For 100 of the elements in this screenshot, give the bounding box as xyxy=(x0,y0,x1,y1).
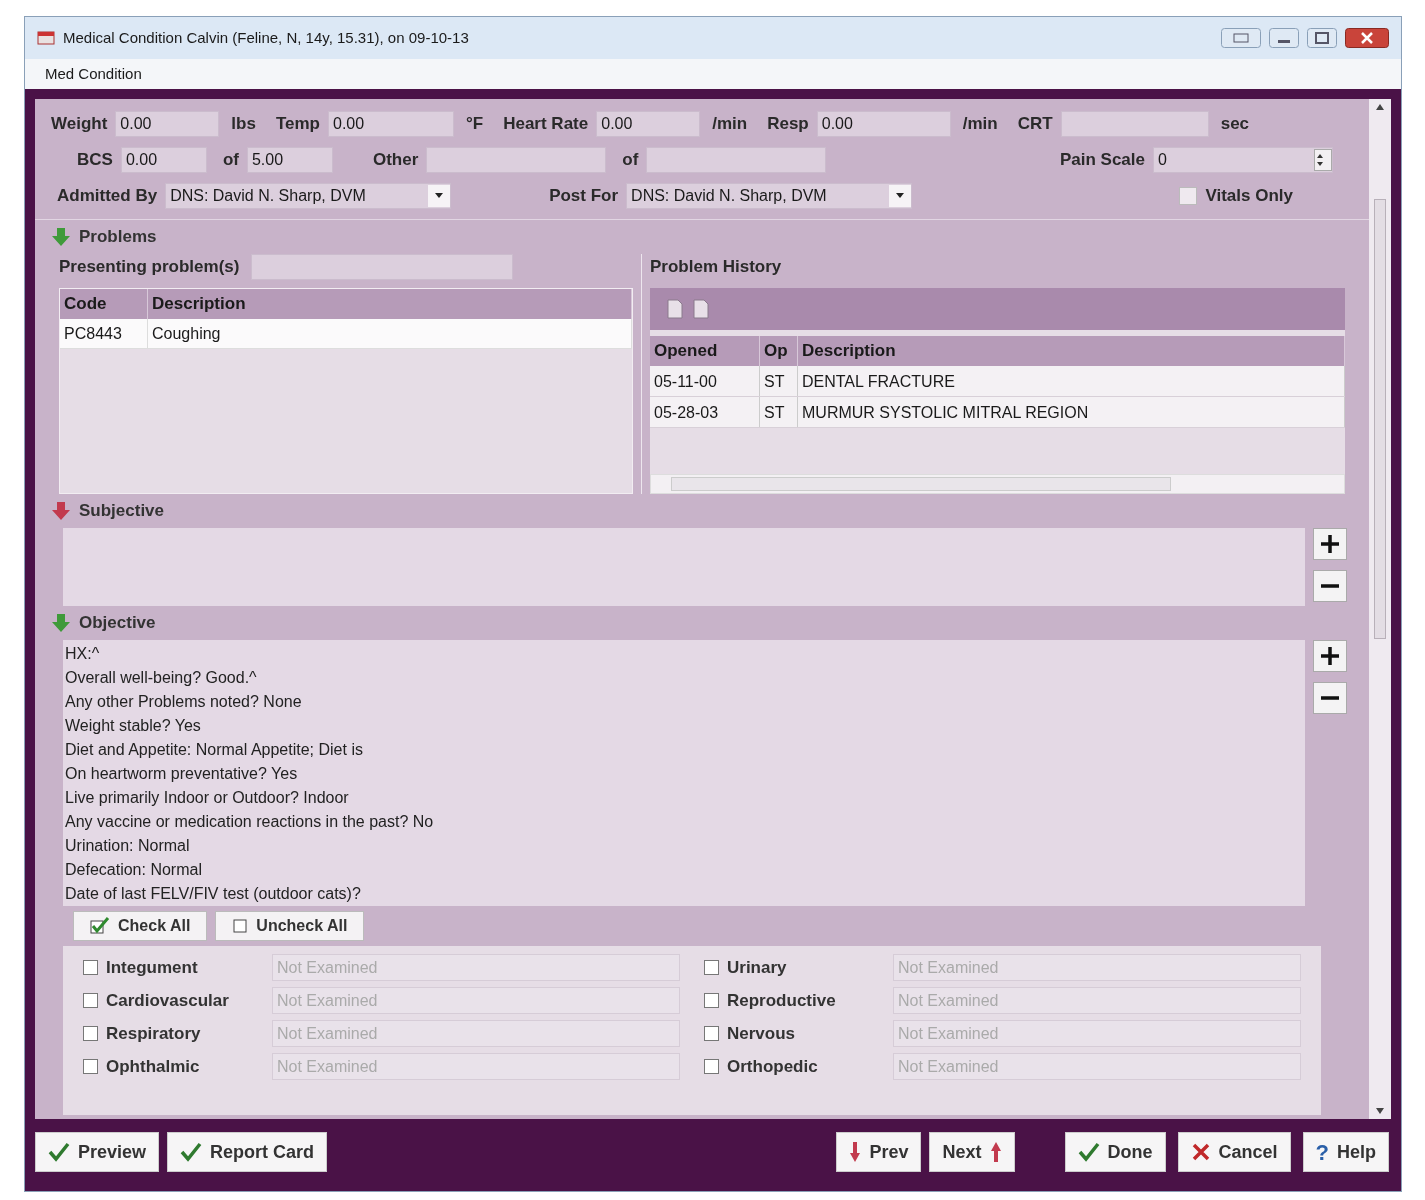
checkbox[interactable] xyxy=(83,960,98,975)
input-field[interactable] xyxy=(426,147,607,173)
footer-button[interactable]: Next xyxy=(929,1132,1015,1172)
checkbox[interactable] xyxy=(83,1026,98,1041)
minus-icon[interactable] xyxy=(1313,570,1347,602)
table-cell: 05-11-00 xyxy=(650,366,760,396)
minimize-icon[interactable] xyxy=(1269,28,1299,48)
checkbox[interactable] xyxy=(704,960,719,975)
plus-icon[interactable] xyxy=(1313,640,1347,672)
text-line: HX:^ xyxy=(65,644,101,664)
input-field[interactable]: 0.00 xyxy=(328,111,454,137)
section-title[interactable]: Objective xyxy=(79,610,156,636)
field-label: Post For xyxy=(549,185,619,208)
input-field[interactable]: Not Examined xyxy=(272,987,680,1014)
footer-button[interactable]: Cancel xyxy=(1177,1132,1291,1172)
text-line: On heartworm preventative? Yes xyxy=(65,764,299,784)
footer-button[interactable]: Report Card xyxy=(167,1132,328,1172)
menu-item[interactable]: Med Condition xyxy=(45,62,142,86)
check-button[interactable]: Uncheck All xyxy=(215,911,365,941)
check-button[interactable]: Check All xyxy=(73,911,208,941)
window-title: Medical Condition Calvin (Feline, N, 14y, 15.31), on 09-10-13 xyxy=(63,27,469,48)
input-field[interactable]: Not Examined xyxy=(272,1020,680,1047)
table-cell: Coughing xyxy=(148,319,632,348)
field-label: CRT xyxy=(1017,113,1053,136)
table-cell: MURMUR SYSTOLIC MITRAL REGION xyxy=(798,397,1345,427)
field-label: of xyxy=(222,149,239,172)
field-label: Other xyxy=(372,149,419,172)
empty-box-icon xyxy=(232,918,249,934)
check-icon xyxy=(180,1142,203,1162)
minus-icon[interactable] xyxy=(1313,682,1347,714)
field-label: Pain Scale xyxy=(1059,149,1145,172)
checkbox[interactable] xyxy=(704,1026,719,1041)
input-field[interactable]: 0.00 xyxy=(816,111,951,137)
field-label: BCS xyxy=(77,149,113,172)
scrollbar-thumb[interactable] xyxy=(1374,199,1386,639)
dropdown[interactable]: DNS: David N. Sharp, DVM xyxy=(626,183,913,209)
field-label: sec xyxy=(1220,113,1250,136)
scroll-up-icon[interactable] xyxy=(1375,103,1385,111)
field-label: Temp xyxy=(275,113,320,136)
field-label: Vitals Only xyxy=(1205,185,1293,208)
input-field[interactable]: Not Examined xyxy=(893,987,1301,1014)
input-field[interactable]: 0.00 xyxy=(596,111,701,137)
checkbox[interactable] xyxy=(704,993,719,1008)
vertical-scrollbar[interactable] xyxy=(1369,99,1391,1119)
spin-arrows-icon[interactable] xyxy=(1314,149,1332,171)
document-icon[interactable] xyxy=(666,299,684,319)
text-line: Defecation: Normal xyxy=(65,860,203,880)
check-icon xyxy=(1077,1142,1100,1162)
maximize-icon[interactable] xyxy=(1307,28,1337,48)
plus-icon[interactable] xyxy=(1313,528,1347,560)
section-title[interactable]: Problems xyxy=(79,224,157,250)
dropdown[interactable]: DNS: David N. Sharp, DVM xyxy=(165,183,452,209)
field-label: Admitted By xyxy=(57,185,158,208)
down-arrow-icon xyxy=(849,1141,862,1163)
close-icon[interactable] xyxy=(1345,28,1389,48)
field-label: /min xyxy=(962,113,998,136)
field-label: °F xyxy=(466,113,484,136)
input-field[interactable]: 0.00 xyxy=(120,147,207,173)
checkbox[interactable] xyxy=(83,1059,98,1074)
scroll-down-icon[interactable] xyxy=(1375,1107,1385,1115)
field-label: lbs xyxy=(231,113,256,136)
field-label: Heart Rate xyxy=(503,113,589,136)
field-label: Weight xyxy=(51,113,108,136)
field-label: Resp xyxy=(767,113,809,136)
panel-title: Problem History xyxy=(650,256,783,278)
footer-button[interactable]: ? Help xyxy=(1302,1132,1389,1172)
input-field[interactable] xyxy=(1060,111,1209,137)
input-field[interactable]: 5.00 xyxy=(246,147,333,173)
input-field[interactable]: Not Examined xyxy=(893,1020,1301,1047)
input-field[interactable]: 0.00 xyxy=(115,111,220,137)
footer-button[interactable]: Done xyxy=(1064,1132,1166,1172)
checkbox[interactable] xyxy=(704,1059,719,1074)
help-icon: ? xyxy=(1315,1135,1329,1169)
checkbox-label: Ophthalmic xyxy=(106,1055,201,1078)
input-field[interactable]: Not Examined xyxy=(893,954,1301,981)
table-cell: DENTAL FRACTURE xyxy=(798,366,1345,396)
footer-button[interactable]: Preview xyxy=(35,1132,160,1172)
checkbox[interactable] xyxy=(83,993,98,1008)
checkbox-label: Integument xyxy=(106,956,199,979)
text-area[interactable] xyxy=(63,640,1305,906)
checkbox-label: Nervous xyxy=(727,1022,797,1045)
text-line: Overall well-being? Good.^ xyxy=(65,668,258,688)
field-label: Presenting problem(s) xyxy=(59,256,240,279)
text-line: Urination: Normal xyxy=(65,836,191,856)
footer-button[interactable]: Prev xyxy=(836,1132,922,1172)
input-field[interactable]: Not Examined xyxy=(893,1053,1301,1080)
text-line: Diet and Appetite: Normal Appetite; Diet is xyxy=(65,740,364,760)
input-field[interactable]: Not Examined xyxy=(272,1053,680,1080)
input-field[interactable]: Not Examined xyxy=(272,954,680,981)
text-line: Weight stable? Yes xyxy=(65,716,202,736)
up-arrow-icon xyxy=(989,1141,1002,1163)
checkbox[interactable] xyxy=(1179,187,1198,205)
spin-field[interactable]: 0 xyxy=(1153,147,1333,173)
check-icon xyxy=(48,1142,70,1162)
section-title[interactable]: Subjective xyxy=(79,498,165,524)
input-field[interactable] xyxy=(251,254,514,280)
horizontal-scrollbar[interactable] xyxy=(650,474,1345,494)
checkbox-label: Respiratory xyxy=(106,1022,202,1045)
field-label: /min xyxy=(712,113,748,136)
input-field[interactable] xyxy=(646,147,827,173)
